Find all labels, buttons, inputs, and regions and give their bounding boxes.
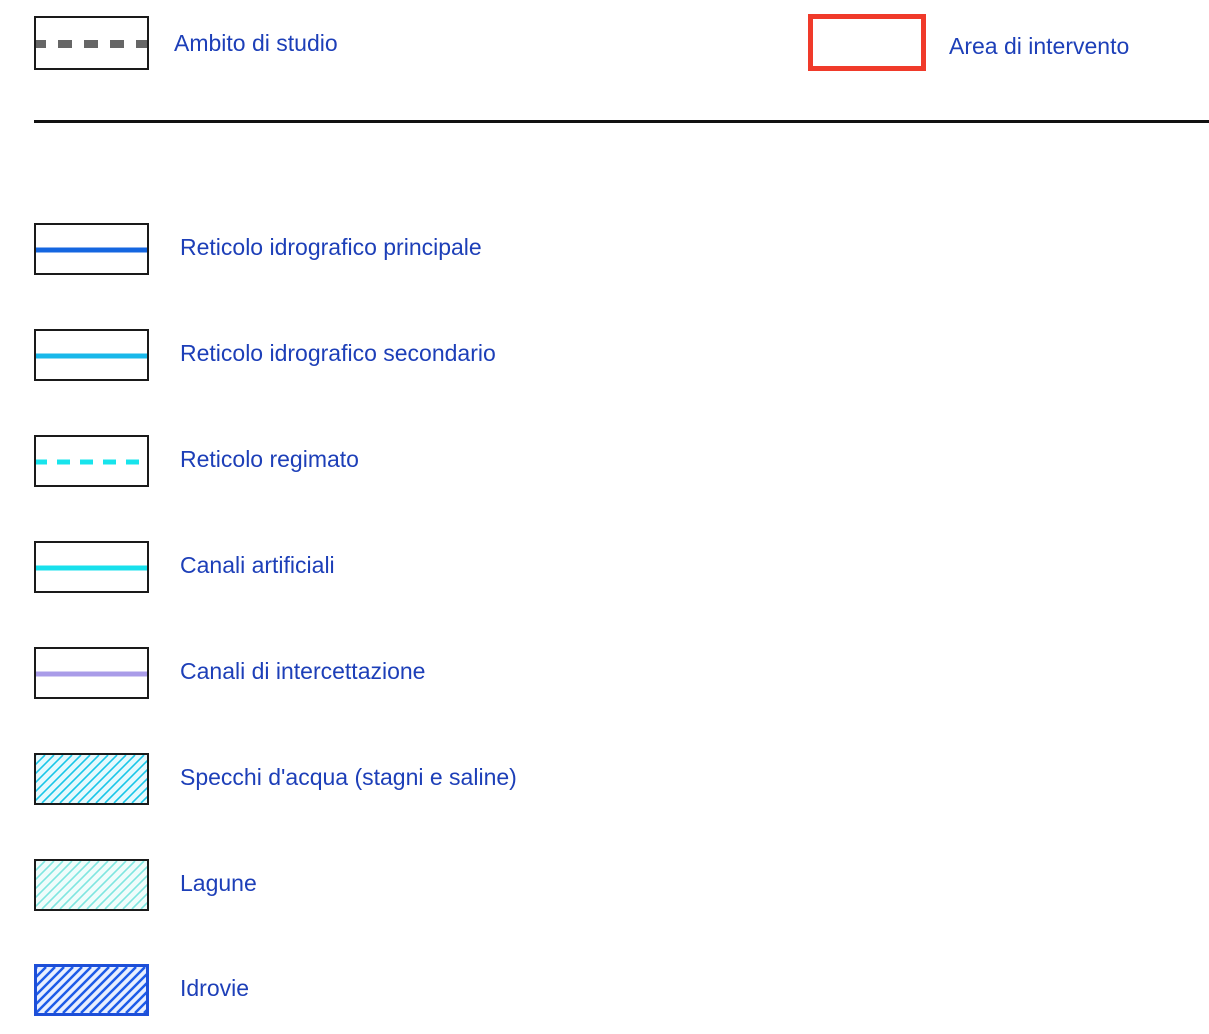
ambito-swatch — [34, 16, 149, 70]
label-canali-artificiali: Canali artificiali — [180, 552, 335, 578]
swatch-canali-artificiali — [34, 541, 149, 593]
area-intervento-label: Area di intervento — [949, 33, 1130, 59]
swatch-idrovie — [34, 964, 149, 1016]
swatch-specchi-acqua — [34, 753, 149, 805]
symbol-hatch — [36, 861, 147, 909]
symbol-hatch — [36, 755, 147, 803]
label-lagune: Lagune — [180, 870, 257, 896]
area-intervento-swatch — [808, 14, 926, 71]
label-principale: Reticolo idrografico principale — [180, 234, 482, 260]
swatch-regimato — [34, 435, 149, 487]
swatch-secondario — [34, 329, 149, 381]
swatch-canali-intercettazione — [34, 647, 149, 699]
label-idrovie: Idrovie — [180, 975, 250, 1001]
swatch-principale — [34, 223, 149, 275]
label-regimato: Reticolo regimato — [180, 446, 359, 472]
swatch-lagune — [34, 859, 149, 911]
divider — [34, 120, 1209, 123]
label-canali-intercettazione: Canali di intercettazione — [180, 658, 426, 684]
label-secondario: Reticolo idrografico secondario — [180, 340, 496, 366]
label-specchi-acqua: Specchi d'acqua (stagni e saline) — [180, 764, 517, 790]
symbol-hatch — [37, 967, 146, 1013]
ambito-label: Ambito di studio — [174, 30, 338, 56]
